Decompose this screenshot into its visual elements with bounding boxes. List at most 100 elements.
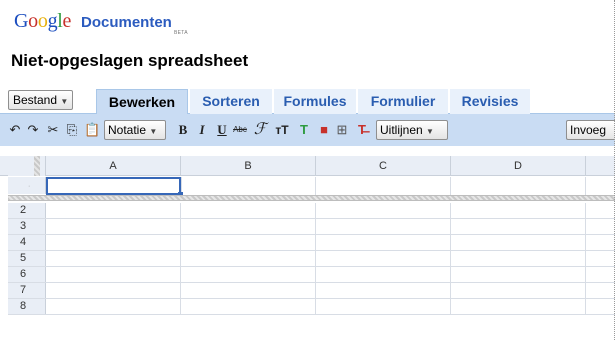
table-row: 3 — [8, 219, 615, 235]
tab-bewerken[interactable]: Bewerken — [96, 89, 188, 114]
format-dropdown-label: Notatie — [108, 123, 147, 137]
grid-cell[interactable] — [451, 299, 586, 314]
cut-icon[interactable]: ✂ — [46, 121, 60, 139]
freeze-columns-handle[interactable] — [34, 156, 40, 176]
grid-cell[interactable] — [181, 177, 316, 195]
grid-cell[interactable] — [451, 177, 586, 195]
grid-cell[interactable] — [451, 203, 586, 218]
align-dropdown-label: Uitlijnen — [380, 123, 423, 137]
tab-revisies[interactable]: Revisies — [450, 89, 530, 114]
grid-cell[interactable] — [46, 219, 181, 234]
column-header-d[interactable]: D — [451, 156, 586, 176]
insert-dropdown[interactable]: Invoeg — [566, 120, 615, 140]
grid-cell[interactable] — [46, 267, 181, 282]
grid-cell[interactable] — [451, 219, 586, 234]
format-dropdown[interactable]: Notatie ▼ — [104, 120, 166, 140]
grid-cell[interactable] — [181, 267, 316, 282]
chevron-down-icon: ▼ — [426, 127, 434, 136]
grid-cell[interactable] — [316, 283, 451, 298]
selected-cell-a1[interactable] — [46, 177, 183, 197]
font-icon[interactable]: ℱ — [252, 121, 268, 139]
table-row: 4 — [8, 235, 615, 251]
chevron-down-icon: ▼ — [149, 127, 158, 136]
row-header[interactable]: 2 — [8, 203, 46, 218]
row-header[interactable]: 5 — [8, 251, 46, 266]
grid-cell[interactable] — [316, 219, 451, 234]
undo-icon[interactable]: ↶ — [8, 121, 22, 139]
row-header[interactable]: 6 — [8, 267, 46, 282]
table-row: 2 — [8, 203, 615, 219]
grid-cell[interactable] — [181, 283, 316, 298]
grid-cell[interactable] — [316, 177, 451, 195]
tab-bar: Bestand ▼ Bewerken Sorteren Formules For… — [0, 88, 615, 114]
background-color-icon[interactable]: ■ — [316, 121, 332, 139]
product-name: Documenten — [81, 14, 172, 31]
grid-cell[interactable] — [46, 283, 181, 298]
text-color-icon[interactable]: T — [296, 121, 312, 139]
google-letter: o — [28, 10, 38, 32]
google-letter: G — [14, 10, 29, 32]
grid-cell[interactable] — [451, 267, 586, 282]
table-row: 5 — [8, 251, 615, 267]
paste-icon[interactable]: 📋 — [84, 121, 100, 139]
row-header[interactable]: 3 — [8, 219, 46, 234]
document-title[interactable]: Niet-opgeslagen spreadsheet — [11, 51, 248, 71]
grid-cell[interactable] — [316, 299, 451, 314]
select-all-corner[interactable] — [8, 156, 46, 176]
tab-formules[interactable]: Formules — [274, 89, 356, 114]
grid-cell[interactable] — [181, 299, 316, 314]
table-row: 8 — [8, 299, 615, 315]
italic-icon[interactable]: I — [196, 121, 208, 139]
copy-icon[interactable]: ⎘ — [64, 121, 80, 139]
grid-cell[interactable] — [181, 251, 316, 266]
file-menu-button[interactable]: Bestand ▼ — [8, 90, 74, 110]
google-wordmark: Google — [14, 10, 71, 33]
column-header-b[interactable]: B — [181, 156, 316, 176]
grid-cell[interactable] — [46, 251, 181, 266]
beta-badge: BETA — [174, 30, 188, 36]
grid-cell[interactable] — [181, 235, 316, 250]
grid-cell[interactable] — [46, 203, 181, 218]
insert-dropdown-label: Invoeg — [570, 123, 607, 137]
grid-cell[interactable] — [316, 267, 451, 282]
frozen-row-marker: · — [28, 183, 31, 190]
strikethrough-icon[interactable]: Abc — [232, 121, 248, 139]
underline-icon[interactable]: U — [216, 121, 228, 139]
grid-cell[interactable] — [451, 235, 586, 250]
tab-sorteren[interactable]: Sorteren — [190, 89, 272, 114]
row-header[interactable]: 7 — [8, 283, 46, 298]
bold-icon[interactable]: B — [176, 121, 190, 139]
table-row: 7 — [8, 283, 615, 299]
grid-cell[interactable] — [181, 203, 316, 218]
grid-cell[interactable] — [451, 251, 586, 266]
google-letter: g — [47, 10, 58, 32]
tab-formulier[interactable]: Formulier — [358, 89, 448, 114]
freeze-rows-handle[interactable] — [8, 195, 615, 201]
row-header[interactable]: 8 — [8, 299, 46, 314]
align-dropdown[interactable]: Uitlijnen ▼ — [376, 120, 448, 140]
table-row: 6 — [8, 267, 615, 283]
google-letter: e — [62, 10, 72, 32]
spreadsheet-grid: A B C D · 2345678 — [0, 147, 615, 340]
grid-cell[interactable] — [46, 235, 181, 250]
google-docs-logo[interactable]: Google Documenten BETA — [14, 10, 188, 38]
redo-icon[interactable]: ↷ — [26, 121, 40, 139]
grid-cell[interactable] — [46, 299, 181, 314]
column-header-a[interactable]: A — [46, 156, 181, 176]
grid-cell[interactable] — [316, 203, 451, 218]
google-letter: o — [37, 10, 48, 32]
file-menu-label: Bestand — [13, 93, 58, 107]
row-header-frozen[interactable]: · — [8, 177, 46, 194]
clear-format-icon[interactable]: T̶ — [354, 121, 370, 139]
column-header-c[interactable]: C — [316, 156, 451, 176]
row-header[interactable]: 4 — [8, 235, 46, 250]
grid-cell[interactable] — [316, 251, 451, 266]
grid-cell[interactable] — [316, 235, 451, 250]
chevron-down-icon: ▼ — [60, 97, 69, 106]
borders-icon[interactable]: ⊞ — [334, 121, 350, 139]
font-size-icon[interactable]: тT — [272, 121, 292, 139]
grid-cell[interactable] — [181, 219, 316, 234]
toolbar: ↶ ↷ ✂ ⎘ 📋 Notatie ▼ B I U Abc ℱ тT T ■ ⊞… — [0, 114, 615, 146]
grid-cell[interactable] — [451, 283, 586, 298]
column-header-row: A B C D — [0, 156, 615, 176]
